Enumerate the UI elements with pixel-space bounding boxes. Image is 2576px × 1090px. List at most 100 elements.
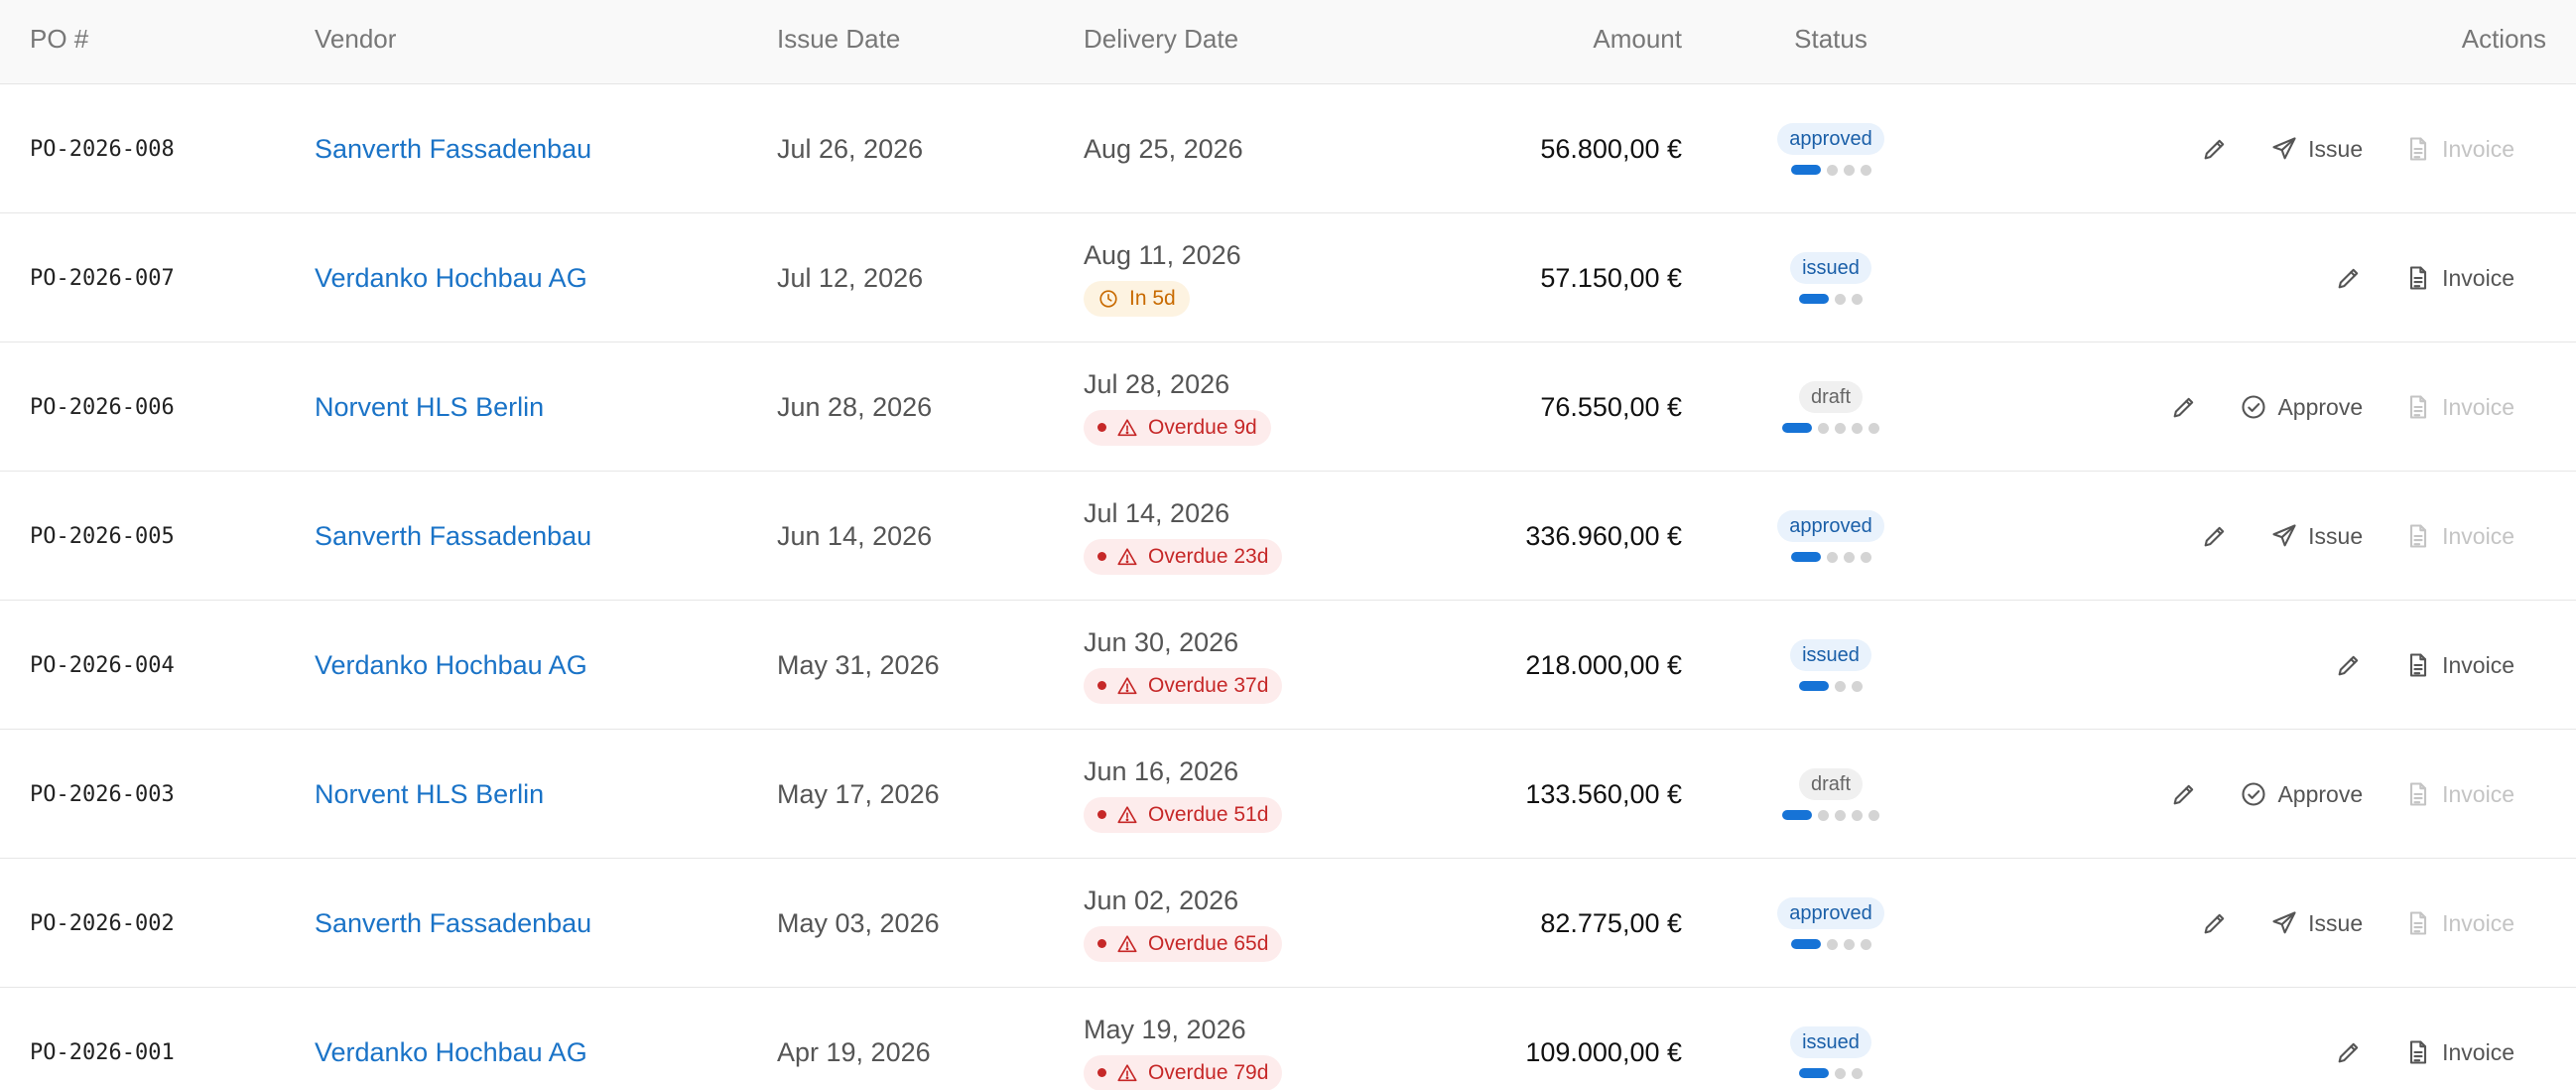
amount: 57.150,00 € [1540, 262, 1682, 293]
check-circle-icon [2242, 782, 2266, 806]
actions-cell: Invoice [2323, 213, 2526, 342]
delivery-date: Jun 16, 2026 [1084, 755, 1239, 786]
progress-step-done [1782, 423, 1812, 433]
issue-button[interactable]: Issue [2258, 514, 2375, 558]
vendor-link[interactable]: Norvent HLS Berlin [315, 730, 544, 859]
table-row[interactable]: PO-2026-006 Norvent HLS Berlin Jun 28, 202… [0, 342, 2576, 472]
issue-button[interactable]: Issue [2258, 127, 2375, 171]
document-icon [2410, 782, 2427, 806]
table-row[interactable]: PO-2026-001 Verdanko Hochbau AG Apr 19, 20… [0, 988, 2576, 1090]
edit-icon [2204, 526, 2225, 547]
edit-button[interactable] [2189, 127, 2241, 171]
status-badge: approved [1777, 122, 1884, 155]
column-header-amount[interactable]: Amount [1389, 0, 1682, 84]
vendor-link[interactable]: Verdanko Hochbau AG [315, 213, 587, 342]
progress-step-pending [1818, 422, 1829, 434]
action-label: Invoice [2442, 135, 2514, 162]
delivery-date: Jun 02, 2026 [1084, 885, 1239, 915]
po-number: PO-2026-002 [30, 910, 175, 936]
invoice-button: Invoice [2392, 385, 2526, 429]
invoice-button[interactable]: Invoice [2392, 1030, 2526, 1074]
column-header-delivery-date[interactable]: Delivery Date [1084, 0, 1238, 84]
column-header-status[interactable]: Status [1766, 0, 1895, 84]
amount: 109.000,00 € [1525, 1036, 1682, 1067]
invoice-button[interactable]: Invoice [2392, 256, 2526, 300]
edit-button[interactable] [2323, 643, 2375, 687]
vendor-link[interactable]: Sanverth Fassadenbau [315, 859, 591, 988]
status-progress [1799, 293, 1863, 305]
alert-triangle-icon [1117, 418, 1137, 436]
overdue-badge: Overdue 23d [1084, 538, 1283, 575]
table-row[interactable]: PO-2026-002 Sanverth Fassadenbau May 03, 2… [0, 859, 2576, 988]
invoice-button[interactable]: Invoice [2392, 643, 2526, 687]
column-header-po[interactable]: PO # [30, 0, 88, 84]
overdue-badge: Overdue 37d [1084, 667, 1283, 704]
action-label: Invoice [2442, 909, 2514, 936]
delivery-cell: Aug 25, 2026 [1084, 84, 1243, 213]
action-label: Issue [2308, 909, 2364, 936]
edit-button[interactable] [2189, 901, 2241, 945]
progress-step-pending [1835, 1067, 1846, 1079]
due-note: Overdue 23d [1148, 544, 1269, 568]
action-label: Approve [2277, 780, 2364, 807]
action-label: Invoice [2442, 651, 2514, 678]
table-row[interactable]: PO-2026-004 Verdanko Hochbau AG May 31, 20… [0, 601, 2576, 730]
alert-triangle-icon [1117, 676, 1137, 694]
vendor-link[interactable]: Sanverth Fassadenbau [315, 472, 591, 601]
status-badge: approved [1777, 896, 1884, 929]
edit-button[interactable] [2158, 772, 2210, 816]
edit-button[interactable] [2323, 256, 2375, 300]
vendor-link[interactable]: Norvent HLS Berlin [315, 342, 544, 472]
alert-triangle-icon [1117, 934, 1137, 952]
invoice-button: Invoice [2392, 127, 2526, 171]
column-header-issue-date[interactable]: Issue Date [777, 0, 900, 84]
progress-step-pending [1852, 293, 1863, 305]
delivery-cell: Jul 28, 2026 Overdue 9d [1084, 342, 1271, 472]
edit-icon [2204, 913, 2225, 934]
issue-button[interactable]: Issue [2258, 901, 2375, 945]
column-header-vendor[interactable]: Vendor [315, 0, 396, 84]
due-warning-badge: In 5d [1084, 280, 1190, 317]
table-row[interactable]: PO-2026-003 Norvent HLS Berlin May 17, 202… [0, 730, 2576, 859]
due-note: Overdue 9d [1148, 415, 1257, 439]
status-cell: issued [1766, 988, 1895, 1090]
edit-button[interactable] [2158, 385, 2210, 429]
issue-date: Jun 28, 2026 [777, 391, 933, 422]
status-cell: approved [1766, 472, 1895, 601]
issue-date: Apr 19, 2026 [777, 1036, 931, 1067]
edit-icon [2338, 1042, 2359, 1063]
alert-triangle-icon [1117, 1063, 1137, 1081]
po-number: PO-2026-005 [30, 523, 175, 549]
edit-icon [2338, 655, 2359, 676]
issue-date: Jul 26, 2026 [777, 133, 924, 164]
overdue-dot [1097, 1068, 1106, 1077]
column-header-actions: Actions [2461, 24, 2546, 54]
progress-step-done [1790, 165, 1821, 175]
delivery-date: Jul 28, 2026 [1084, 368, 1230, 399]
approve-button[interactable]: Approve [2228, 772, 2375, 816]
progress-step-pending [1835, 422, 1846, 434]
table-row[interactable]: PO-2026-005 Sanverth Fassadenbau Jun 14, 2… [0, 472, 2576, 601]
overdue-dot [1097, 681, 1106, 690]
amount: 76.550,00 € [1540, 391, 1682, 422]
vendor-link[interactable]: Sanverth Fassadenbau [315, 84, 591, 213]
table-row[interactable]: PO-2026-007 Verdanko Hochbau AG Jul 12, 20… [0, 213, 2576, 342]
progress-step-pending [1843, 551, 1855, 563]
check-circle-icon [2242, 395, 2266, 419]
edit-button[interactable] [2323, 1030, 2375, 1074]
vendor-link[interactable]: Verdanko Hochbau AG [315, 988, 587, 1090]
approve-button[interactable]: Approve [2228, 385, 2375, 429]
action-label: Issue [2308, 522, 2364, 549]
edit-button[interactable] [2189, 514, 2241, 558]
delivery-date: May 19, 2026 [1084, 1014, 1246, 1044]
actions-cell: Invoice [2323, 601, 2526, 730]
status-cell: issued [1766, 601, 1895, 730]
table-row[interactable]: PO-2026-008 Sanverth Fassadenbau Jul 26, 2… [0, 84, 2576, 213]
progress-step-pending [1826, 164, 1838, 176]
progress-step-done [1790, 939, 1821, 949]
vendor-link[interactable]: Verdanko Hochbau AG [315, 601, 587, 730]
amount: 56.800,00 € [1540, 133, 1682, 164]
progress-step-pending [1852, 422, 1863, 434]
status-cell: draft [1766, 730, 1895, 859]
alert-triangle-icon [1117, 805, 1137, 823]
